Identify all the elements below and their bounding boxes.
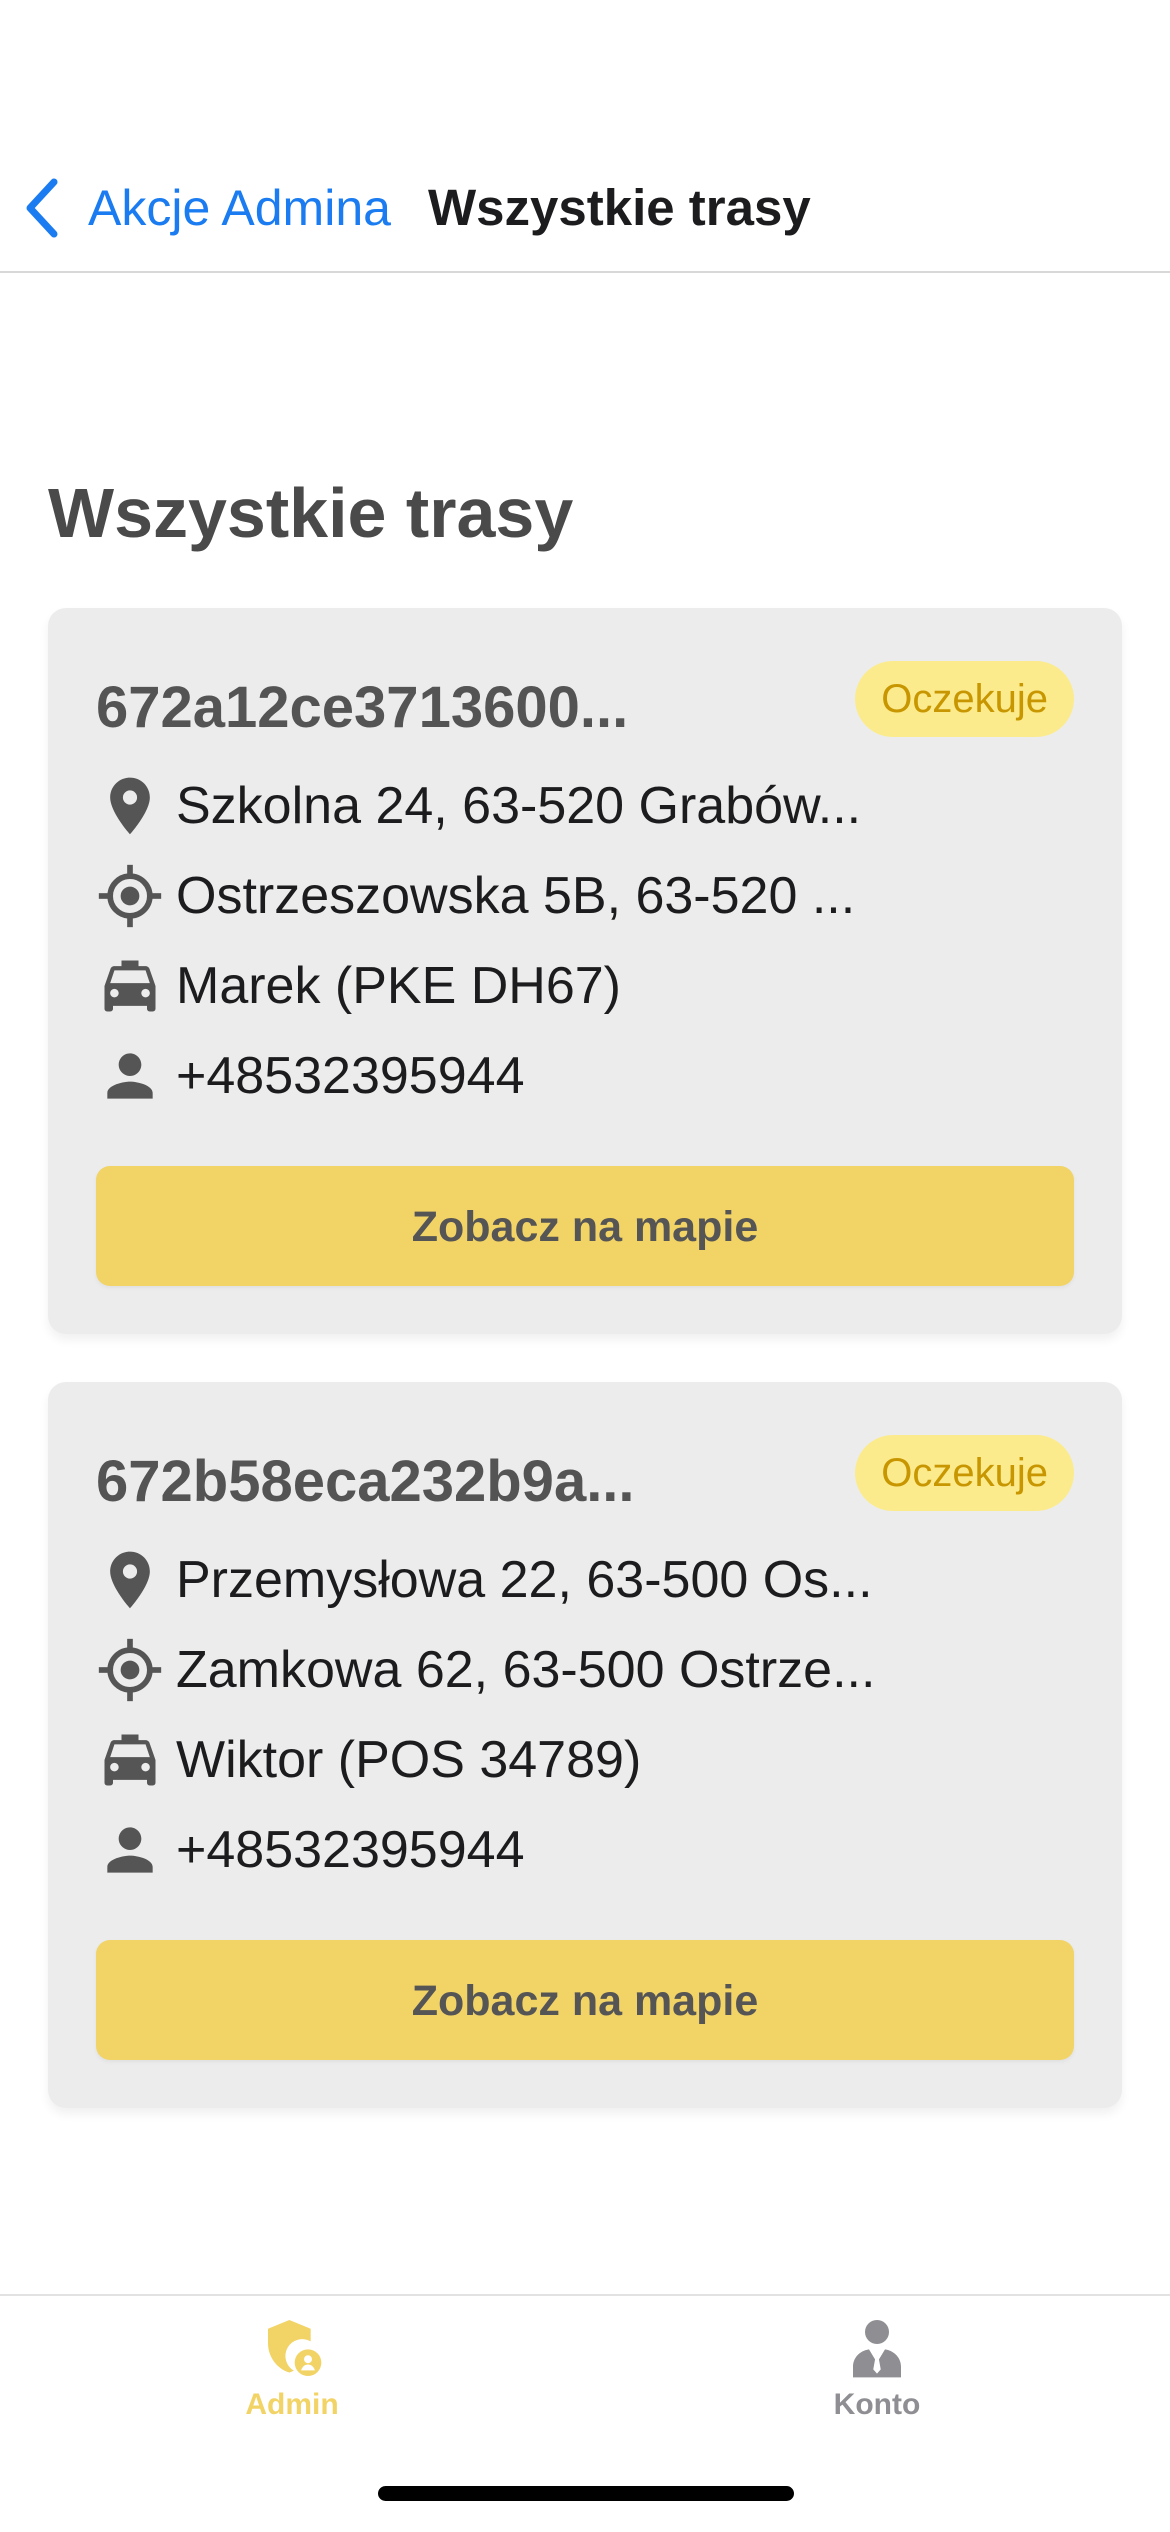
tab-konto-label: Konto [833, 2388, 921, 2421]
customer-phone: +48532395944 [176, 1821, 525, 1879]
route-card: 672a12ce3713600... Oczekuje Szkolna 24, … [48, 608, 1122, 1334]
user-tie-icon [853, 2320, 901, 2378]
home-indicator [378, 2486, 794, 2501]
route-card: 672b58eca232b9a... Oczekuje Przemysłowa … [48, 1382, 1122, 2108]
destination-address: Zamkowa 62, 63-500 Ostrze... [176, 1641, 876, 1699]
driver-info: Wiktor (POS 34789) [176, 1731, 642, 1789]
nav-title: Wszystkie trasy [428, 179, 811, 236]
crosshair-icon [98, 1638, 162, 1702]
map-pin-icon [110, 777, 150, 835]
shield-user-icon [268, 2320, 322, 2376]
destination-address: Ostrzeszowska 5B, 63-520 ... [176, 867, 856, 925]
status-badge: Oczekuje [855, 661, 1074, 737]
tab-admin[interactable]: Admin [162, 2316, 422, 2466]
person-icon [107, 1827, 153, 1873]
driver-row: Wiktor (POS 34789) [96, 1720, 641, 1800]
destination-row: Zamkowa 62, 63-500 Ostrze... [96, 1630, 875, 1710]
back-button[interactable]: Akcje Admina [24, 170, 391, 246]
view-on-map-button[interactable]: Zobacz na mapie [96, 1940, 1074, 2060]
map-pin-icon [110, 1551, 150, 1609]
driver-info: Marek (PKE DH67) [176, 957, 621, 1015]
pickup-row: Przemysłowa 22, 63-500 Os... [96, 1540, 873, 1620]
route-id: 672a12ce3713600... [96, 675, 629, 740]
driver-row: Marek (PKE DH67) [96, 946, 621, 1026]
page-title: Wszystkie trasy [48, 474, 574, 552]
tab-admin-label: Admin [245, 2388, 339, 2421]
destination-row: Ostrzeszowska 5B, 63-520 ... [96, 856, 855, 936]
phone-row: +48532395944 [96, 1810, 525, 1890]
car-icon [104, 1734, 156, 1786]
navigation-bar: Akcje Admina Wszystkie trasy [0, 0, 1170, 273]
customer-phone: +48532395944 [176, 1047, 525, 1105]
person-icon [107, 1053, 153, 1099]
back-button-label: Akcje Admina [88, 180, 391, 236]
tab-konto[interactable]: Konto [747, 2316, 1007, 2466]
status-badge: Oczekuje [855, 1435, 1074, 1511]
pickup-address: Przemysłowa 22, 63-500 Os... [176, 1551, 873, 1609]
view-on-map-button[interactable]: Zobacz na mapie [96, 1166, 1074, 1286]
phone-row: +48532395944 [96, 1036, 525, 1116]
pickup-address: Szkolna 24, 63-520 Grabów... [176, 777, 862, 835]
pickup-row: Szkolna 24, 63-520 Grabów... [96, 766, 861, 846]
car-icon [104, 960, 156, 1012]
route-id: 672b58eca232b9a... [96, 1449, 635, 1514]
crosshair-icon [98, 864, 162, 928]
chevron-left-icon [26, 178, 58, 238]
